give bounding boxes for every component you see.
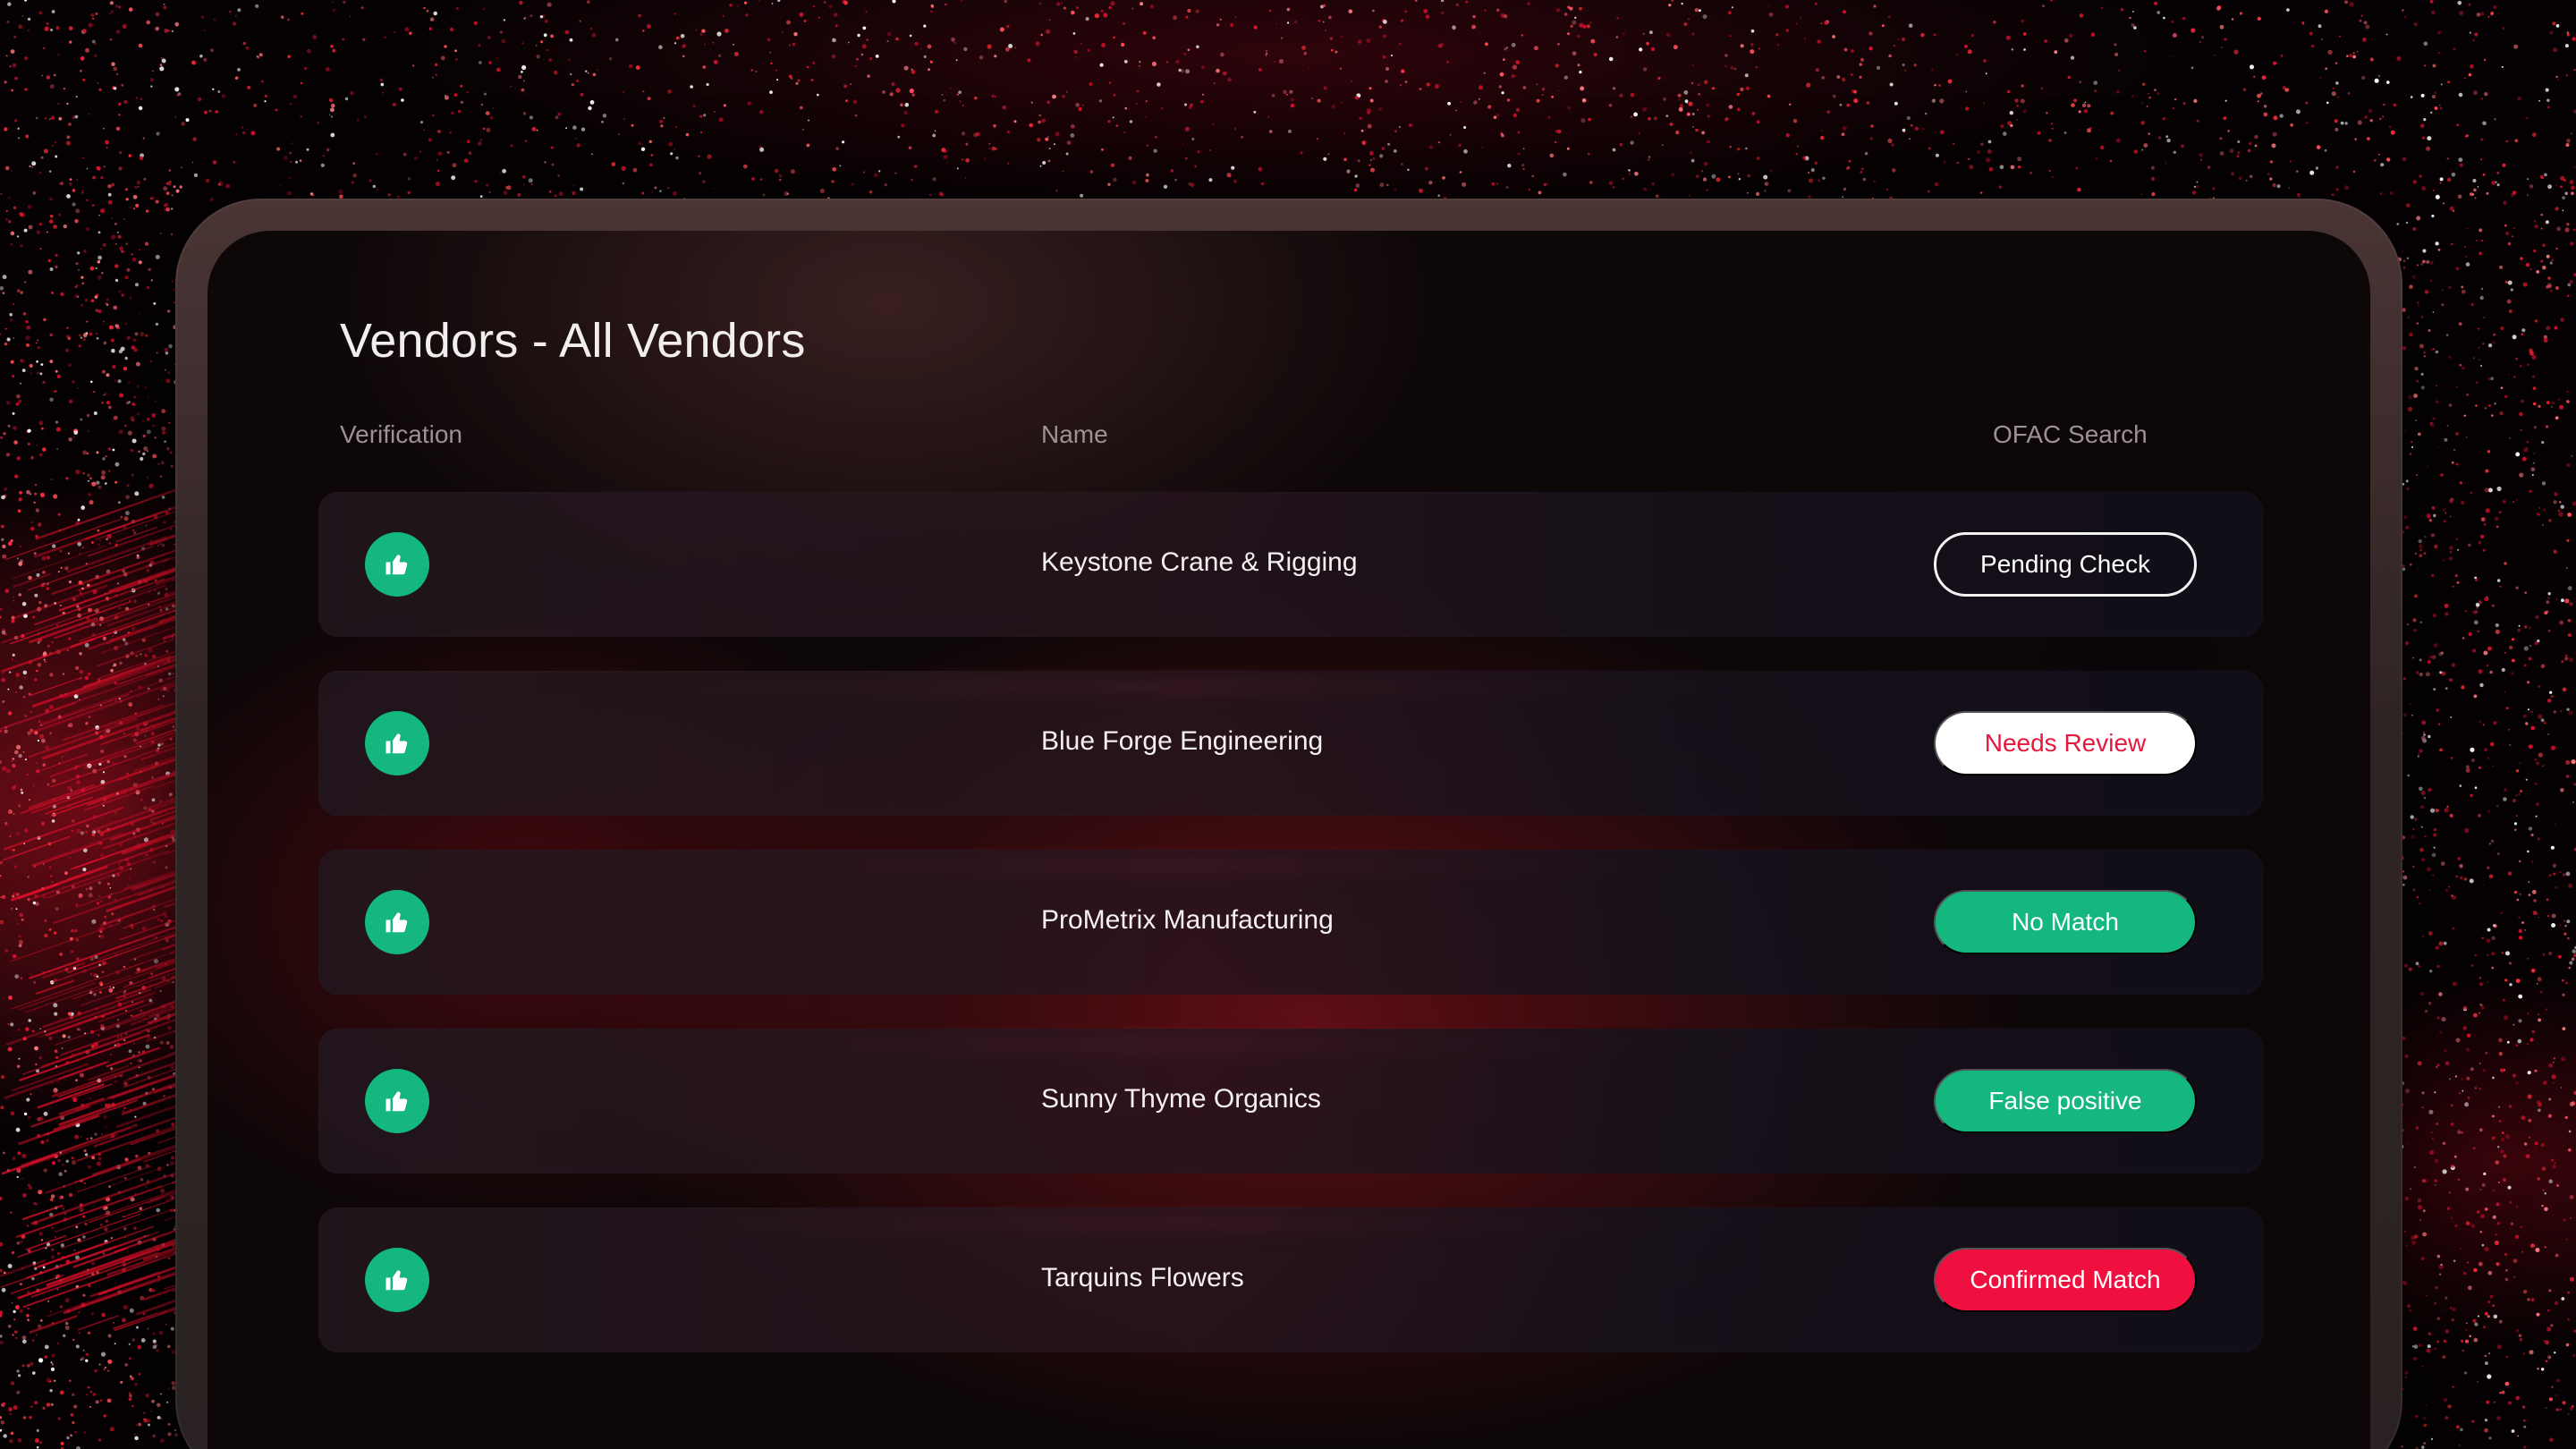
thumbs-up-icon <box>384 909 411 936</box>
table-row[interactable]: Tarquins Flowers Confirmed Match <box>318 1208 2263 1352</box>
app-screen: Vendors - All Vendors Verification Name … <box>208 231 2370 1449</box>
ofac-status-button[interactable]: Pending Check <box>1934 532 2197 597</box>
thumbs-up-icon <box>384 730 411 757</box>
vendor-table: Keystone Crane & Rigging Pending Check Blu… <box>318 492 2263 1386</box>
table-row[interactable]: Blue Forge Engineering Needs Review <box>318 671 2263 816</box>
thumbs-up-icon <box>384 551 411 578</box>
column-header-ofac-search[interactable]: OFAC Search <box>1993 420 2148 449</box>
vendor-name[interactable]: ProMetrix Manufacturing <box>1041 905 1334 936</box>
ofac-status-button[interactable]: No Match <box>1934 890 2197 954</box>
vendor-name[interactable]: Tarquins Flowers <box>1041 1263 1244 1293</box>
column-header-verification[interactable]: Verification <box>340 420 462 449</box>
verified-badge[interactable] <box>365 890 429 954</box>
vendor-name[interactable]: Blue Forge Engineering <box>1041 726 1323 757</box>
verified-badge[interactable] <box>365 711 429 775</box>
table-row[interactable]: Sunny Thyme Organics False positive <box>318 1029 2263 1174</box>
ofac-status-button[interactable]: False positive <box>1934 1069 2197 1133</box>
table-row[interactable]: ProMetrix Manufacturing No Match <box>318 850 2263 995</box>
verified-badge[interactable] <box>365 1248 429 1312</box>
page-title: Vendors - All Vendors <box>340 314 806 368</box>
thumbs-up-icon <box>384 1267 411 1293</box>
verified-badge[interactable] <box>365 532 429 597</box>
thumbs-up-icon <box>384 1088 411 1114</box>
vendor-name[interactable]: Sunny Thyme Organics <box>1041 1084 1321 1114</box>
vendor-name[interactable]: Keystone Crane & Rigging <box>1041 547 1358 578</box>
table-row[interactable]: Keystone Crane & Rigging Pending Check <box>318 492 2263 637</box>
device-frame: Vendors - All Vendors Verification Name … <box>175 199 2402 1449</box>
verified-badge[interactable] <box>365 1069 429 1133</box>
ofac-status-button[interactable]: Confirmed Match <box>1934 1248 2197 1312</box>
column-header-name[interactable]: Name <box>1041 420 1108 449</box>
ofac-status-button[interactable]: Needs Review <box>1934 711 2197 775</box>
table-header: Verification Name OFAC Search <box>208 420 2370 456</box>
